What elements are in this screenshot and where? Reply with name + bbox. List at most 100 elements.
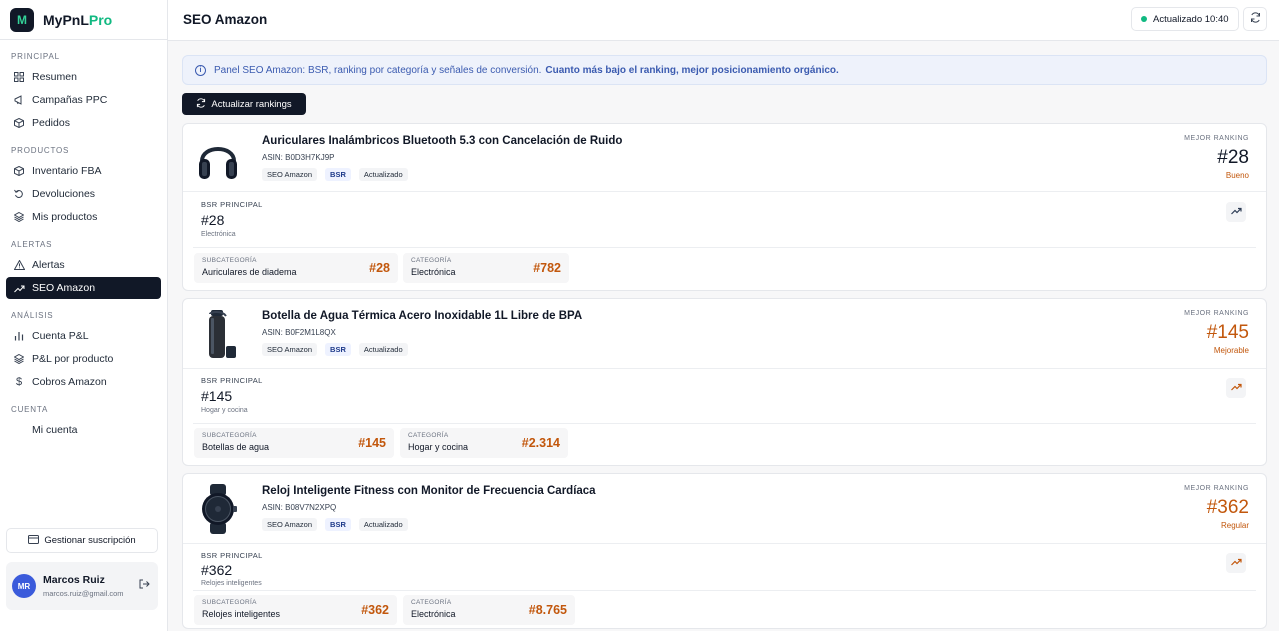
brand[interactable]: M MyPnLPro: [0, 0, 167, 40]
divider: [183, 368, 1266, 369]
trend-button[interactable]: [1226, 553, 1246, 573]
subcategory-box: SUBCATEGORÍA Relojes inteligentes #362: [194, 595, 397, 625]
smartwatch-image: [195, 484, 241, 534]
divider: [183, 191, 1266, 192]
layers-icon: [12, 354, 26, 364]
refresh-icon: [1250, 12, 1261, 26]
logout-icon[interactable]: [139, 579, 150, 592]
trend-button[interactable]: [1226, 378, 1246, 398]
tag-seo-amazon: SEO Amazon: [262, 518, 318, 531]
tag-seo-amazon: SEO Amazon: [262, 343, 318, 356]
product-title[interactable]: Auriculares Inalámbricos Bluetooth 5.3 c…: [262, 135, 622, 147]
trending-up-icon: [1230, 558, 1242, 569]
category-box: CATEGORÍA Hogar y cocina #2.314: [400, 428, 568, 458]
sidebar-item-pedidos[interactable]: Pedidos: [6, 112, 161, 134]
best-ranking-value: #362: [1206, 497, 1249, 518]
subcategory-rank: #28: [369, 261, 390, 275]
category-rank: #2.314: [521, 436, 560, 450]
updated-text: Actualizado 10:40: [1153, 13, 1229, 25]
user-email: marcos.ruiz@gmail.com: [43, 589, 124, 598]
divider: [193, 247, 1256, 248]
grid-icon: [12, 72, 26, 82]
sidebar-item-pl-por-producto[interactable]: P&L por producto: [6, 348, 161, 370]
subcategory-name: Botellas de agua: [202, 442, 270, 452]
tag-bsr: BSR: [325, 343, 351, 356]
product-card: Reloj Inteligente Fitness con Monitor de…: [182, 473, 1267, 629]
category-rank: #782: [533, 261, 561, 275]
subcategory-label: SUBCATEGORÍA: [202, 432, 257, 439]
sidebar-item-mi-cuenta[interactable]: Mi cuenta: [6, 419, 161, 441]
sidebar-item-campanas-ppc[interactable]: Campañas PPC: [6, 89, 161, 111]
sidebar-item-mis-productos[interactable]: Mis productos: [6, 206, 161, 228]
bsr-category: Hogar y cocina: [201, 407, 248, 414]
trending-up-icon: [1230, 383, 1242, 394]
brand-name-pro: Pro: [88, 11, 113, 28]
info-banner: i Panel SEO Amazon: BSR, ranking por cat…: [182, 55, 1267, 85]
undo-icon: [12, 189, 26, 199]
category-name: Electrónica: [411, 609, 456, 619]
sidebar-item-label: Mis productos: [32, 211, 98, 223]
user-info: Marcos Ruiz marcos.ruiz@gmail.com: [43, 574, 124, 598]
product-asin: ASIN: B0D3H7KJ9P: [262, 153, 335, 162]
info-icon: i: [195, 64, 206, 76]
best-ranking-value: #28: [1217, 147, 1249, 168]
trending-up-icon: [12, 284, 26, 293]
category-box: CATEGORÍA Electrónica #8.765: [403, 595, 575, 625]
sidebar-item-label: P&L por producto: [32, 353, 114, 365]
tag-updated: Actualizado: [358, 168, 408, 181]
divider: [183, 543, 1266, 544]
sidebar-item-resumen[interactable]: Resumen: [6, 66, 161, 88]
nav-section-label: ANÁLISIS: [11, 311, 54, 320]
sidebar-item-label: Campañas PPC: [32, 94, 108, 106]
trending-up-icon: [1230, 207, 1242, 218]
update-rankings-label: Actualizar rankings: [211, 98, 292, 110]
trend-button[interactable]: [1226, 202, 1246, 222]
brand-name-main: MyPnL: [43, 11, 89, 28]
category-label: CATEGORÍA: [411, 599, 452, 606]
update-rankings-button[interactable]: Actualizar rankings: [182, 93, 306, 115]
product-title[interactable]: Botella de Agua Térmica Acero Inoxidable…: [262, 310, 582, 322]
sidebar-item-seo-amazon[interactable]: SEO Amazon: [6, 277, 161, 299]
subcategory-label: SUBCATEGORÍA: [202, 257, 257, 264]
nav-section-cuenta: CUENTA Mi cuenta: [0, 405, 167, 441]
updated-status-badge: Actualizado 10:40: [1131, 7, 1239, 31]
subcategory-name: Auriculares de diadema: [202, 267, 297, 277]
layers-icon: [12, 212, 26, 222]
category-box: CATEGORÍA Electrónica #782: [403, 253, 569, 283]
bottle-image: [195, 310, 241, 358]
category-name: Electrónica: [411, 267, 456, 277]
bsr-principal-label: BSR PRINCIPAL: [201, 200, 263, 209]
bsr-principal-value: #28: [201, 212, 225, 228]
sidebar-item-cuenta-pl[interactable]: Cuenta P&L: [6, 325, 161, 347]
category-name: Hogar y cocina: [408, 442, 469, 452]
credit-card-icon: [28, 534, 40, 547]
bar-chart-icon: [12, 331, 26, 341]
sidebar-item-devoluciones[interactable]: Devoluciones: [6, 183, 161, 205]
sidebar-item-inventario-fba[interactable]: Inventario FBA: [6, 160, 161, 182]
best-ranking-label: MEJOR RANKING: [1184, 310, 1249, 317]
subcategory-label: SUBCATEGORÍA: [202, 599, 257, 606]
sidebar-item-alertas[interactable]: Alertas: [6, 254, 161, 276]
sidebar-item-cobros-amazon[interactable]: $ Cobros Amazon: [6, 371, 161, 393]
brand-name: MyPnLPro: [43, 12, 112, 28]
user-card[interactable]: MR Marcos Ruiz marcos.ruiz@gmail.com: [6, 562, 158, 610]
sidebar-item-label: Devoluciones: [32, 188, 96, 200]
subcategory-box: SUBCATEGORÍA Botellas de agua #145: [194, 428, 394, 458]
bsr-principal-label: BSR PRINCIPAL: [201, 551, 263, 560]
refresh-button[interactable]: [1243, 7, 1267, 31]
best-ranking-label: MEJOR RANKING: [1184, 135, 1249, 142]
nav-section-alertas: ALERTAS Alertas SEO Amazon: [0, 240, 167, 299]
manage-subscription-button[interactable]: Gestionar suscripción: [6, 528, 158, 553]
tag-seo-amazon: SEO Amazon: [262, 168, 318, 181]
nav-section-productos: PRODUCTOS Inventario FBA Devoluciones Mi…: [0, 146, 167, 228]
tag-bsr: BSR: [325, 168, 351, 181]
category-rank: #8.765: [528, 603, 567, 617]
subcategory-name: Relojes inteligentes: [202, 609, 281, 619]
product-card: Botella de Agua Térmica Acero Inoxidable…: [182, 298, 1267, 466]
sidebar-item-label: Inventario FBA: [32, 165, 102, 177]
status-dot-icon: [1141, 16, 1147, 22]
nav-section-label: PRODUCTOS: [11, 146, 70, 155]
sidebar-item-label: Resumen: [32, 71, 77, 83]
ranking-status: Regular: [1220, 521, 1249, 530]
product-title[interactable]: Reloj Inteligente Fitness con Monitor de…: [262, 485, 596, 497]
